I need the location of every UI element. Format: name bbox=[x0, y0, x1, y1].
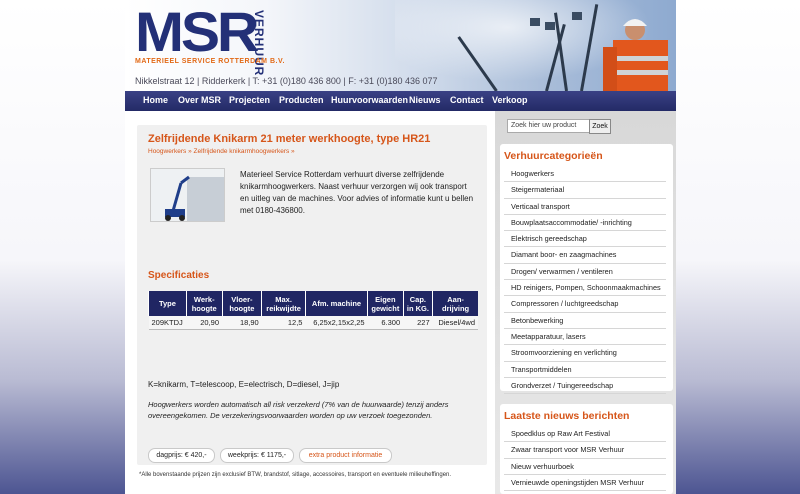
extra-info-button[interactable]: extra product informatie bbox=[299, 448, 392, 463]
weekprijs-button[interactable]: weekprijs: € 1175,- bbox=[220, 448, 294, 463]
cell-type: 209KTDJ bbox=[148, 316, 187, 330]
col-type: Type bbox=[148, 291, 187, 316]
list-item[interactable]: Grondverzet / Tuingereedschap bbox=[504, 378, 666, 395]
search-button[interactable]: Zoek bbox=[589, 119, 611, 134]
col-aandrijving: Aan-drijving bbox=[432, 291, 478, 316]
list-item[interactable]: Hoogwerkers bbox=[504, 166, 666, 183]
list-item[interactable]: Spoedklus op Raw Art Festival bbox=[504, 426, 666, 443]
cell-werkhoogte: 20,90 bbox=[186, 316, 223, 330]
sidebar: Zoek hier uw product Zoek Verhuurcategor… bbox=[495, 111, 676, 494]
cell-capaciteit: 227 bbox=[403, 316, 433, 330]
nav-verkoop[interactable]: Verkoop bbox=[492, 95, 528, 105]
main-nav: Home Over MSR Projecten Producten Huurvo… bbox=[125, 91, 676, 111]
nav-projecten[interactable]: Projecten bbox=[229, 95, 270, 105]
list-item[interactable]: Bouwplaatsaccommodatie/ -inrichting bbox=[504, 215, 666, 232]
search-input[interactable]: Zoek hier uw product bbox=[507, 119, 592, 133]
cell-aandrijving: Diesel/4wd bbox=[432, 316, 478, 330]
categories-box: Verhuurcategorieën Hoogwerkers Steigerma… bbox=[500, 144, 673, 395]
list-item[interactable]: Meetapparatuur, lasers bbox=[504, 329, 666, 346]
breadcrumb[interactable]: Hoogwerkers » Zelfrijdende knikarmhoogwe… bbox=[148, 148, 295, 155]
insurance-note: Hoogwerkers worden automatisch all risk … bbox=[148, 400, 449, 420]
dagprijs-button[interactable]: dagprijs: € 420,- bbox=[148, 448, 215, 463]
col-capaciteit: Cap. in KG. bbox=[402, 291, 433, 316]
product-title: Zelfrijdende Knikarm 21 meter werkhoogte… bbox=[148, 133, 431, 145]
cell-afmeting: 6,25x2,15x2,25 bbox=[305, 316, 368, 330]
product-thumbnail[interactable] bbox=[150, 168, 225, 222]
logo[interactable]: MSR bbox=[135, 4, 259, 60]
list-item[interactable]: Zwaar transport voor MSR Verhuur bbox=[504, 442, 666, 459]
specs-header-row: Type Werk-hoogte Vloer-hoogte Max. reikw… bbox=[148, 291, 478, 316]
price-footnote: *Alle bovenstaande prijzen zijn exclusie… bbox=[139, 472, 452, 478]
list-item[interactable]: HD reinigers, Pompen, Schoonmaakmachines bbox=[504, 280, 666, 297]
list-item[interactable]: Diamant boor- en zaagmachines bbox=[504, 247, 666, 264]
list-item[interactable]: Stroomvoorziening en verlichting bbox=[504, 345, 666, 362]
page-wrapper: MSR VERHUUR MATERIEEL SERVICE ROTTERDAM … bbox=[125, 0, 676, 494]
list-item[interactable]: Transportmiddelen bbox=[504, 362, 666, 378]
nav-over-msr[interactable]: Over MSR bbox=[178, 95, 221, 105]
categories-list: Hoogwerkers Steigermateriaal Verticaal t… bbox=[504, 166, 666, 395]
specs-heading: Specificaties bbox=[148, 270, 210, 281]
cell-reikwijdte: 12,5 bbox=[261, 316, 306, 330]
list-item[interactable]: Verticaal transport bbox=[504, 199, 666, 215]
logo-verhuur-text: VERHUUR bbox=[252, 10, 266, 77]
type-legend: K=knikarm, T=telescoop, E=electrisch, D=… bbox=[148, 380, 340, 389]
list-item[interactable]: Elektrisch gereedschap bbox=[504, 231, 666, 248]
product-panel: Zelfrijdende Knikarm 21 meter werkhoogte… bbox=[137, 125, 487, 465]
col-werkhoogte: Werk-hoogte bbox=[185, 291, 223, 316]
list-item[interactable]: Vernieuwde openingstijden MSR Verhuur bbox=[504, 475, 666, 492]
col-reikwijdte: Max. reikwijdte bbox=[261, 291, 306, 316]
nav-nieuws[interactable]: Nieuws bbox=[409, 95, 441, 105]
contact-address: Nikkelstraat 12 | Ridderkerk | T: +31 (0… bbox=[135, 76, 438, 86]
col-vloerhoogte: Vloer-hoogte bbox=[221, 291, 262, 316]
categories-title: Verhuurcategorieën bbox=[504, 150, 603, 162]
table-row: 209KTDJ 20,90 18,90 12,5 6,25x2,15x2,25 … bbox=[148, 316, 478, 330]
worker-photo bbox=[603, 19, 668, 91]
cell-vloerhoogte: 18,90 bbox=[222, 316, 262, 330]
product-description: Materieel Service Rotterdam verhuurt div… bbox=[240, 170, 474, 215]
list-item[interactable]: Compressoren / luchtgreedschap bbox=[504, 296, 666, 313]
main-content: Zelfrijdende Knikarm 21 meter werkhoogte… bbox=[125, 111, 495, 494]
col-afmeting: Afm. machine bbox=[304, 291, 368, 316]
news-box: Laatste nieuws berichten Spoedklus op Ra… bbox=[500, 404, 673, 494]
nav-contact[interactable]: Contact bbox=[450, 95, 484, 105]
header: MSR VERHUUR MATERIEEL SERVICE ROTTERDAM … bbox=[125, 0, 676, 91]
list-item[interactable]: Steigermateriaal bbox=[504, 182, 666, 199]
logo-subtitle: MATERIEEL SERVICE ROTTERDAM B.V. bbox=[135, 58, 285, 65]
news-list: Spoedklus op Raw Art Festival Zwaar tran… bbox=[504, 426, 666, 492]
list-item[interactable]: Drogen/ verwarmen / ventileren bbox=[504, 264, 666, 281]
news-title: Laatste nieuws berichten bbox=[504, 410, 630, 422]
nav-huurvoorwaarden[interactable]: Huurvoorwaarden bbox=[331, 95, 408, 105]
list-item[interactable]: Betonbewerking bbox=[504, 313, 666, 329]
col-gewicht: Eigen gewicht bbox=[367, 291, 404, 316]
specs-table: Type Werk-hoogte Vloer-hoogte Max. reikw… bbox=[148, 291, 478, 330]
cell-gewicht: 6.300 bbox=[367, 316, 404, 330]
nav-home[interactable]: Home bbox=[143, 95, 168, 105]
list-item[interactable]: Nieuw verhuurboek bbox=[504, 459, 666, 475]
nav-producten[interactable]: Producten bbox=[279, 95, 324, 105]
